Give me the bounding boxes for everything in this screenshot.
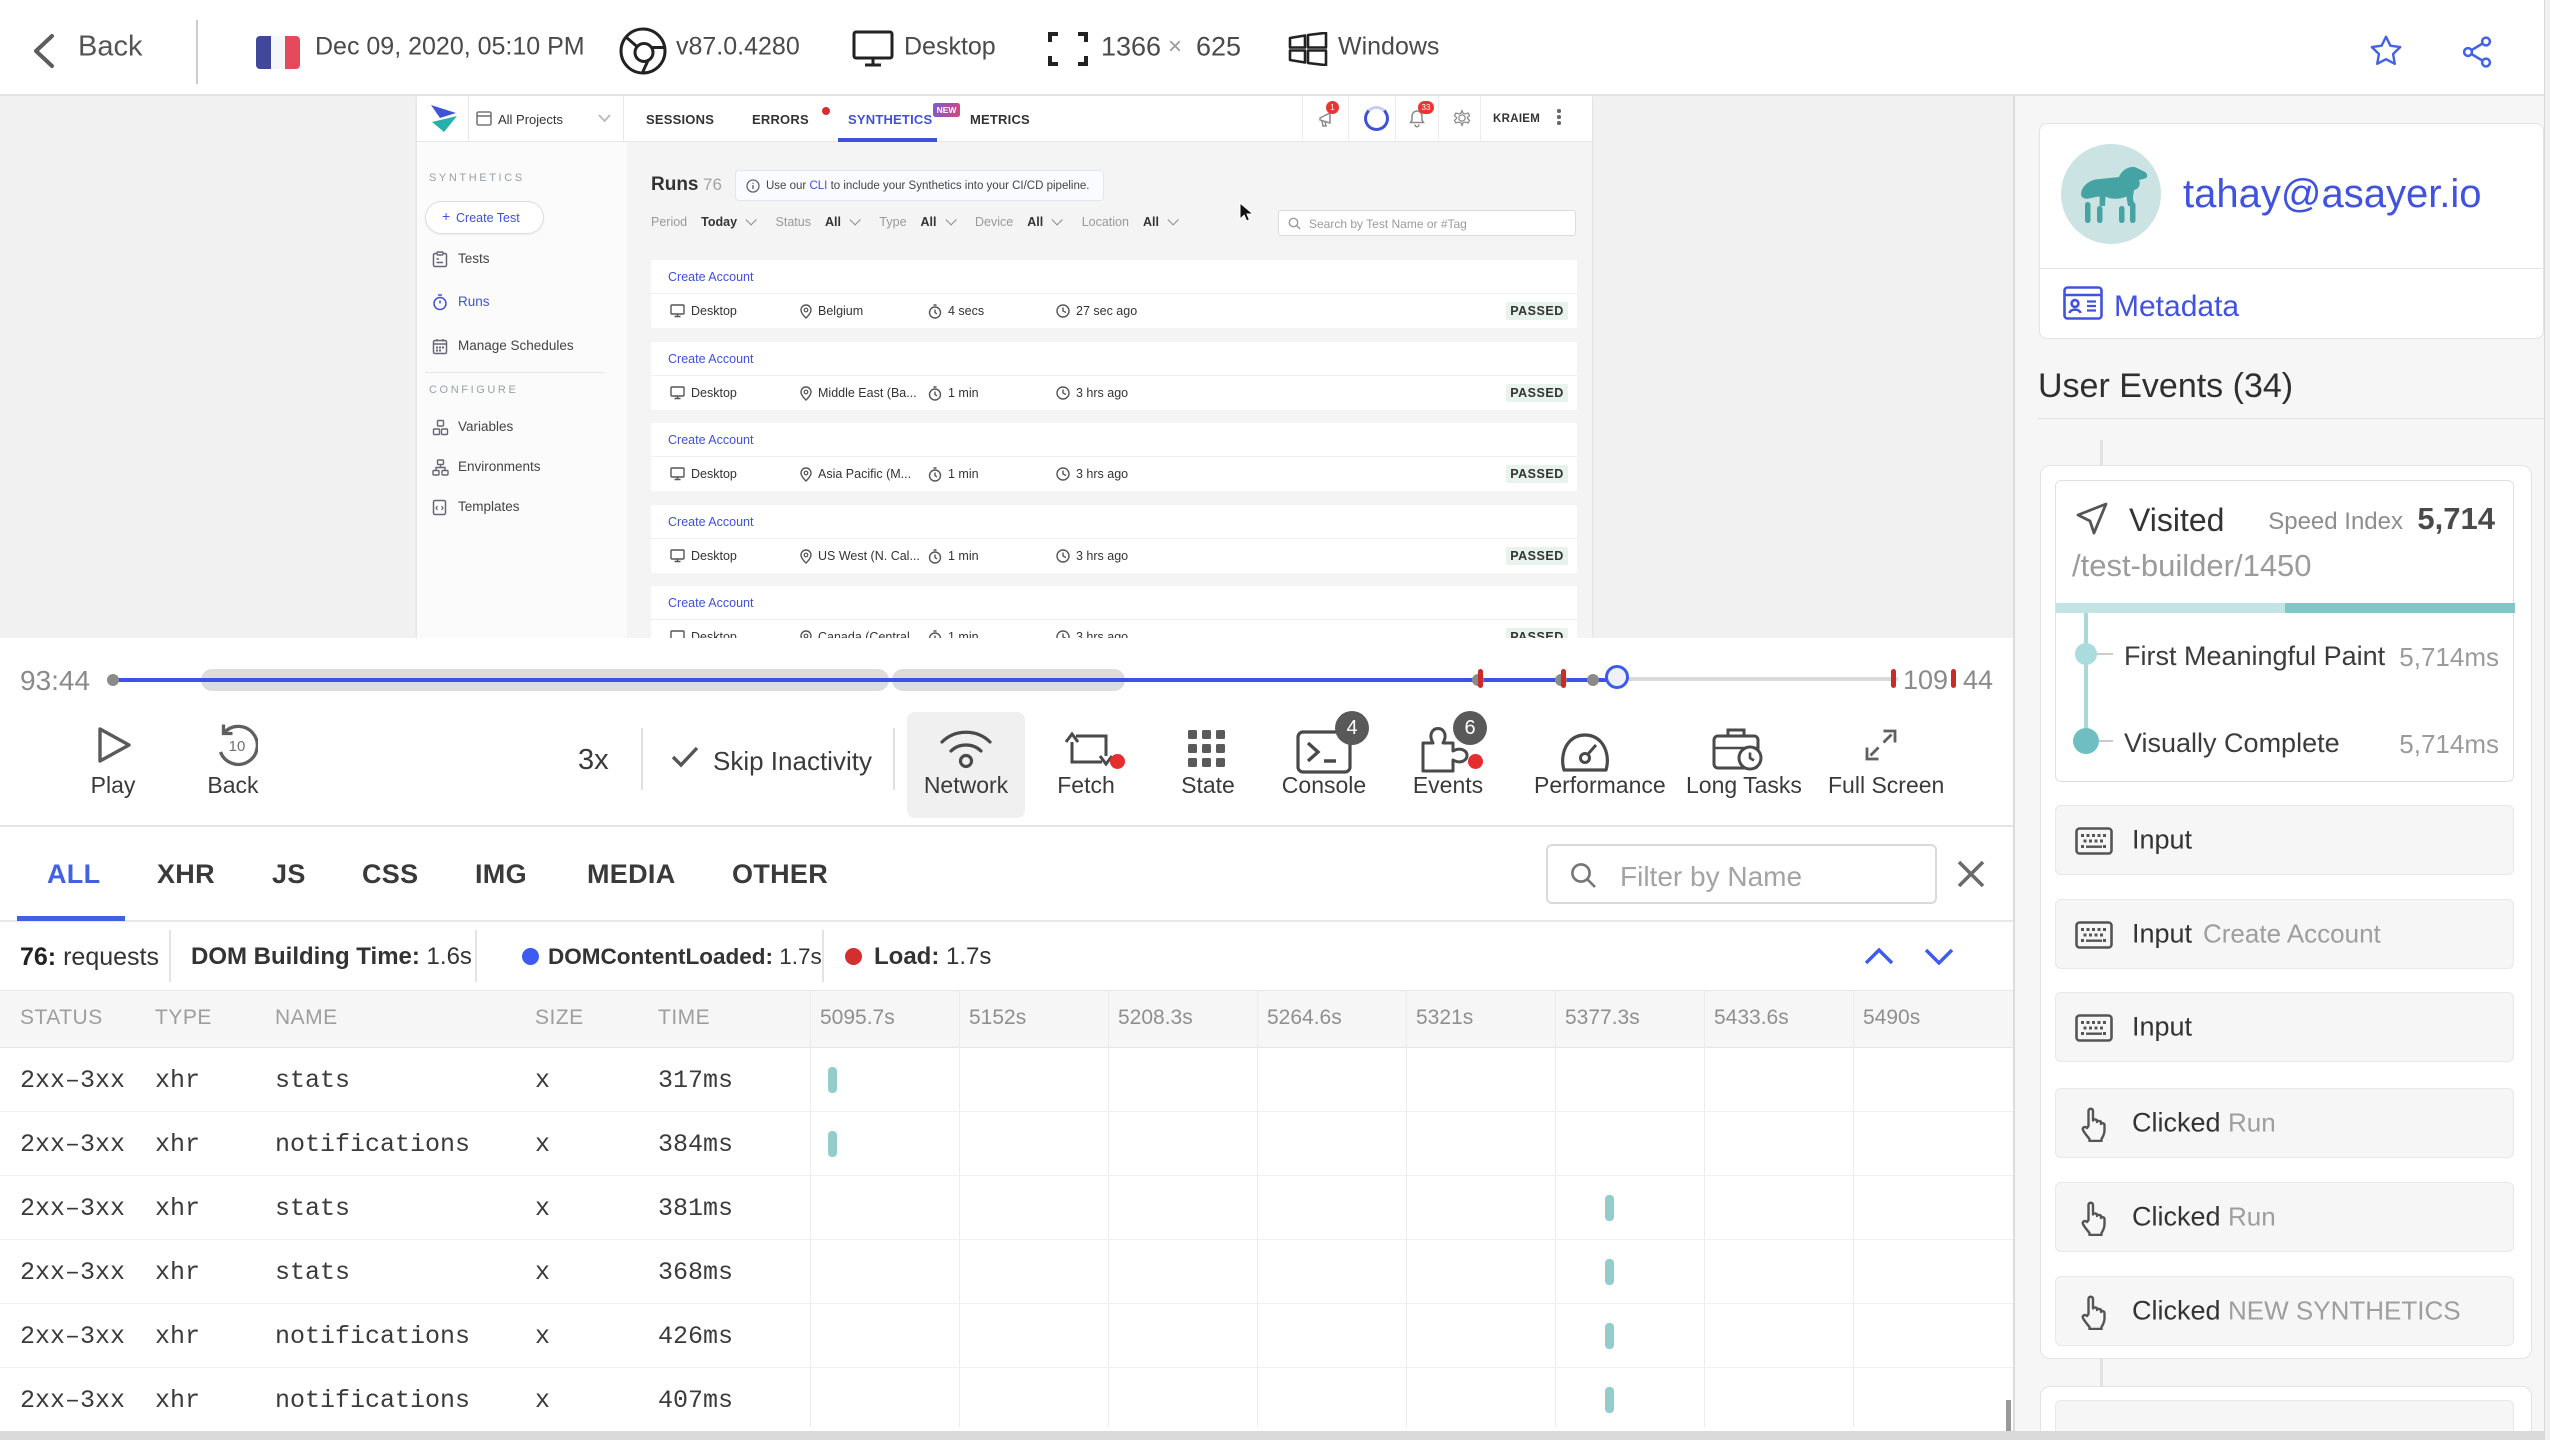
svg-text:10: 10 [229,738,246,755]
